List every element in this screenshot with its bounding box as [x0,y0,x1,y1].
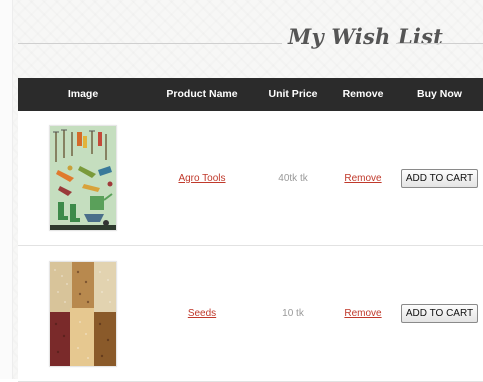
column-header-product-name: Product Name [166,88,238,100]
column-header-remove: Remove [342,88,384,100]
remove-link[interactable]: Remove [344,308,381,319]
left-border-strip [0,0,13,379]
unit-price: 40tk tk [278,172,308,184]
unit-price-cell: 10 tk [256,246,330,381]
unit-price: 10 tk [282,308,304,319]
buy-now-cell: ADD TO CART [396,246,483,381]
product-image-cell [18,111,148,245]
product-name-link[interactable]: Seeds [188,308,216,319]
page-title: My Wish List [288,24,444,49]
add-to-cart-button[interactable]: ADD TO CART [400,168,479,188]
title-divider-right [396,43,483,44]
title-row: My Wish List [18,22,483,66]
table-header: Image Product Name Unit Price Remove Buy… [18,78,483,111]
remove-cell: Remove [330,246,396,381]
title-divider-left [18,43,282,44]
column-header-buy-now: Buy Now [417,88,462,100]
column-header-image: Image [67,88,99,100]
product-image-cell [18,246,148,381]
buy-now-cell: ADD TO CART [396,111,483,245]
unit-price-cell: 40tk tk [256,111,330,245]
table-row: Agro Tools 40tk tk Remove ADD TO CART [18,111,483,246]
product-name-cell: Seeds [148,246,256,381]
add-to-cart-button[interactable]: ADD TO CART [400,304,479,323]
seeds-image[interactable] [49,260,117,367]
product-name-cell: Agro Tools [148,111,256,245]
product-name-link[interactable]: Agro Tools [178,173,225,184]
table-row: Seeds 10 tk Remove ADD TO CART [18,246,483,382]
column-header-unit-price: Unit Price [268,88,318,100]
remove-link[interactable]: Remove [344,173,381,184]
garden-tools-image[interactable] [49,125,117,231]
wishlist-table: Image Product Name Unit Price Remove Buy… [18,78,483,382]
remove-cell: Remove [330,111,396,245]
page-background: My Wish List Image Product Name Unit Pri… [0,0,483,382]
